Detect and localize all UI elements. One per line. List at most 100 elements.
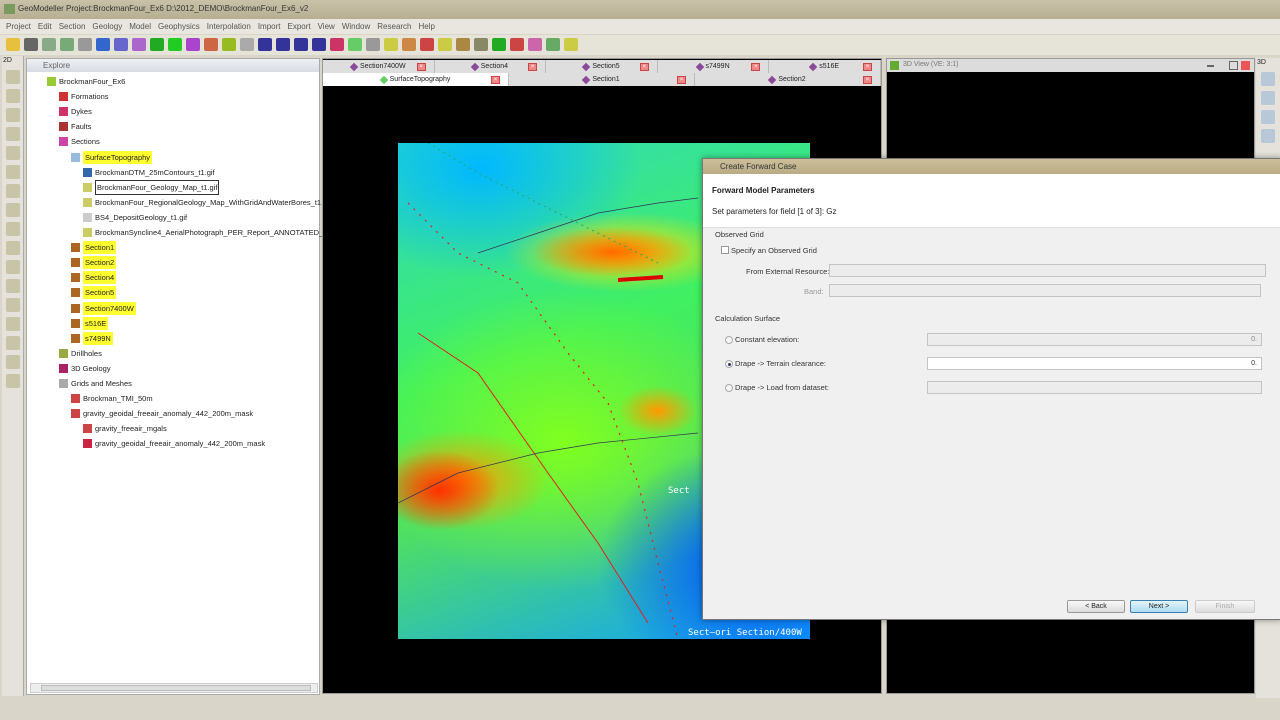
toolbar-button-29[interactable]	[528, 38, 542, 51]
menu-help[interactable]: Help	[419, 22, 435, 31]
tree-item[interactable]: Formations	[59, 90, 109, 103]
toolbar-button-18[interactable]	[330, 38, 344, 51]
tree-item[interactable]: gravity_freeair_mgals	[83, 422, 167, 435]
tab-section2[interactable]: Section2 ×	[695, 73, 881, 86]
toolbar-button-15[interactable]	[276, 38, 290, 51]
tree-item[interactable]: Brockman_TMI_50m	[71, 392, 153, 405]
tree-item[interactable]: BrockmanFour_Geology_Map_t1.gif	[83, 179, 220, 195]
tab-section1[interactable]: Section1 ×	[509, 73, 695, 86]
view-3d-tool-icon[interactable]	[1261, 129, 1275, 143]
calc-option-value[interactable]	[927, 381, 1262, 394]
toolbar-button-12[interactable]	[222, 38, 236, 51]
menu-view[interactable]: View	[318, 22, 335, 31]
pick-tool-icon[interactable]	[5, 298, 20, 312]
menu-import[interactable]: Import	[258, 22, 281, 31]
calc-option-value[interactable]: 0.	[927, 333, 1262, 346]
tab-s516e[interactable]: s516E ×	[769, 60, 881, 73]
toolbar-button-11[interactable]	[204, 38, 218, 51]
close-tab-icon[interactable]: ×	[677, 75, 686, 84]
toolbar-button-31[interactable]	[564, 38, 578, 51]
close-tab-icon[interactable]: ×	[862, 62, 872, 71]
help-tool-icon[interactable]	[5, 374, 20, 388]
menu-model[interactable]: Model	[129, 22, 151, 31]
pick2-tool-icon[interactable]	[5, 317, 20, 331]
close-tab-icon[interactable]: ×	[751, 62, 761, 71]
pan-tool-icon[interactable]	[5, 146, 20, 160]
toolbar-button-6[interactable]	[114, 38, 128, 51]
pan-3d-tool-icon[interactable]	[1261, 91, 1275, 105]
toolbar-button-9[interactable]	[168, 38, 182, 51]
tree-item[interactable]: Section7400W	[71, 301, 136, 315]
tree-item[interactable]: BrockmanFour_RegionalGeology_Map_WithGri…	[83, 196, 331, 209]
toolbar-button-5[interactable]	[96, 38, 110, 51]
tree-item[interactable]: Grids and Meshes	[59, 377, 132, 390]
toolbar-button-21[interactable]	[384, 38, 398, 51]
tree-item[interactable]: Section1	[71, 241, 117, 255]
toolbar-button-4[interactable]	[78, 38, 92, 51]
toolbar-button-1[interactable]	[24, 38, 38, 51]
tab-s7499n[interactable]: s7499N ×	[658, 60, 770, 73]
back-button[interactable]: < Back	[1067, 600, 1125, 613]
explorer-horizontal-scrollbar[interactable]	[30, 683, 318, 693]
toolbar-button-0[interactable]	[6, 38, 20, 51]
toolbar-button-24[interactable]	[438, 38, 452, 51]
toolbar-button-22[interactable]	[402, 38, 416, 51]
close-tab-icon[interactable]: ×	[528, 62, 538, 71]
toolbar-button-26[interactable]	[474, 38, 488, 51]
close-tab-icon[interactable]: ×	[416, 62, 426, 71]
toolbar-button-8[interactable]	[150, 38, 164, 51]
zoom-3d-tool-icon[interactable]	[1261, 72, 1275, 86]
layers2-tool-icon[interactable]	[5, 203, 20, 217]
tree-item[interactable]: Dykes	[59, 105, 92, 118]
close-tab-icon[interactable]: ×	[491, 75, 500, 84]
menu-edit[interactable]: Edit	[38, 22, 52, 31]
tab-section7400w[interactable]: Section7400W ×	[323, 60, 435, 73]
toolbar-button-17[interactable]	[312, 38, 326, 51]
observed-grid-checkbox[interactable]	[721, 246, 729, 254]
menu-interpolation[interactable]: Interpolation	[207, 22, 251, 31]
toolbar-button-14[interactable]	[258, 38, 272, 51]
external-resource-field[interactable]	[829, 264, 1266, 277]
toolbar-button-25[interactable]	[456, 38, 470, 51]
minimize-icon[interactable]	[1207, 65, 1214, 67]
toolbar-button-20[interactable]	[366, 38, 380, 51]
tree-item[interactable]: BS4_DepositGeology_t1.gif	[83, 211, 187, 224]
tree-item[interactable]: Section4	[71, 271, 117, 285]
cross-tool-icon[interactable]	[5, 222, 20, 236]
tree-item[interactable]: SurfaceTopography	[71, 150, 153, 164]
zoom-out-tool-icon[interactable]	[5, 127, 20, 141]
points-tool-icon[interactable]	[5, 260, 20, 274]
maximize-icon[interactable]	[1229, 61, 1238, 70]
tree-item[interactable]: BrockmanDTM_25mContours_t1.gif	[83, 166, 215, 179]
menu-geophysics[interactable]: Geophysics	[158, 22, 200, 31]
close-icon[interactable]	[1241, 61, 1250, 70]
move-tool-icon[interactable]	[5, 241, 20, 255]
camera-tool-icon[interactable]	[5, 355, 20, 369]
zoom-in-tool-icon[interactable]	[5, 108, 20, 122]
tab-surfacetopography[interactable]: SurfaceTopography ×	[323, 73, 509, 86]
fit-tool-icon[interactable]	[5, 165, 20, 179]
menu-section[interactable]: Section	[59, 22, 86, 31]
toolbar-button-10[interactable]	[186, 38, 200, 51]
toolbar-button-2[interactable]	[42, 38, 56, 51]
toolbar-button-30[interactable]	[546, 38, 560, 51]
toolbar-button-27[interactable]	[492, 38, 506, 51]
finish-button[interactable]: Finish	[1195, 600, 1255, 613]
tree-item[interactable]: gravity_geoidal_freeair_anomaly_442_200m…	[83, 437, 265, 450]
menu-project[interactable]: Project	[6, 22, 31, 31]
calc-option-radio[interactable]	[725, 384, 733, 392]
tab-section4[interactable]: Section4 ×	[435, 60, 547, 73]
rotate-3d-tool-icon[interactable]	[1261, 110, 1275, 124]
menu-export[interactable]: Export	[287, 22, 310, 31]
menu-geology[interactable]: Geology	[92, 22, 122, 31]
tree-item[interactable]: Section2	[71, 256, 117, 270]
toolbar-button-19[interactable]	[348, 38, 362, 51]
toolbar-button-16[interactable]	[294, 38, 308, 51]
select-tool-icon[interactable]	[5, 70, 20, 84]
tree-item[interactable]: s7499N	[71, 331, 113, 345]
toolbar-button-7[interactable]	[132, 38, 146, 51]
snap-tool-icon[interactable]	[5, 336, 20, 350]
close-tab-icon[interactable]: ×	[863, 75, 872, 84]
search-tool-icon[interactable]	[5, 279, 20, 293]
menu-window[interactable]: Window	[342, 22, 370, 31]
